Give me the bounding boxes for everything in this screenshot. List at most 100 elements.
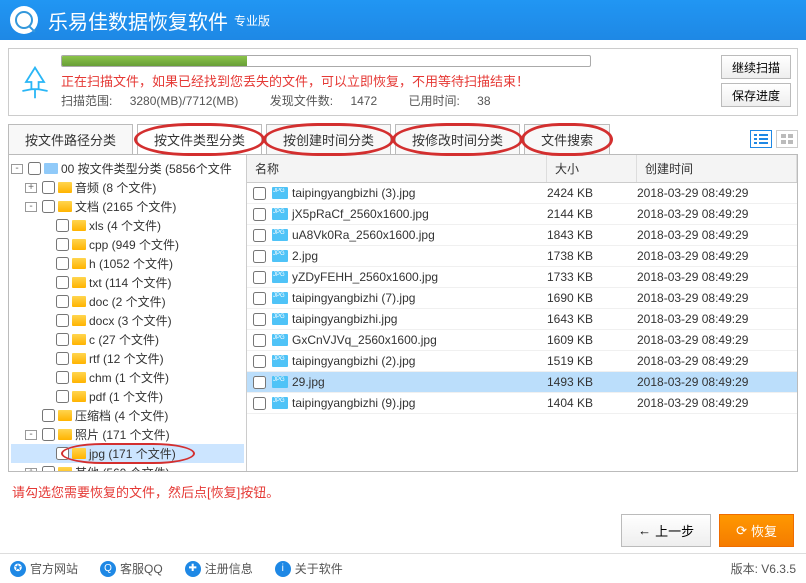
status-message: 正在扫描文件，如果已经找到您丢失的文件，可以立即恢复，不用等待扫描结束！	[61, 71, 789, 90]
app-logo-icon	[10, 6, 38, 34]
file-size: 1404 KB	[547, 396, 637, 410]
file-row[interactable]: uA8Vk0Ra_2560x1600.jpg1843 KB2018-03-29 …	[247, 225, 797, 246]
file-size: 1519 KB	[547, 354, 637, 368]
tree-c[interactable]: c (27 个文件)	[11, 330, 244, 349]
file-size: 1738 KB	[547, 249, 637, 263]
file-date: 2018-03-29 08:49:29	[637, 249, 797, 263]
bottom-bar: ✪官方网站 Q客服QQ ✚注册信息 i关于软件 版本: V6.3.5	[0, 553, 806, 583]
tree-txt[interactable]: txt (114 个文件)	[11, 273, 244, 292]
status-info: 扫描范围: 3280(MB)/7712(MB) 发现文件数: 1472 已用时间…	[61, 92, 789, 109]
file-name: GxCnVJVq_2560x1600.jpg	[292, 333, 547, 347]
file-row[interactable]: taipingyangbizhi.jpg1643 KB2018-03-29 08…	[247, 309, 797, 330]
tab-by-create-time[interactable]: 按创建时间分类	[266, 124, 391, 154]
row-checkbox[interactable]	[253, 250, 266, 263]
view-grid-icon[interactable]	[776, 130, 798, 148]
tree-xls[interactable]: xls (4 个文件)	[11, 216, 244, 235]
tree-cpp[interactable]: cpp (949 个文件)	[11, 235, 244, 254]
col-size[interactable]: 大小	[547, 155, 637, 182]
tab-file-search[interactable]: 文件搜索	[524, 124, 610, 154]
row-checkbox[interactable]	[253, 355, 266, 368]
file-name: taipingyangbizhi (3).jpg	[292, 186, 547, 200]
jpg-file-icon	[272, 313, 288, 325]
row-checkbox[interactable]	[253, 313, 266, 326]
file-date: 2018-03-29 08:49:29	[637, 375, 797, 389]
file-row[interactable]: yZDyFEHH_2560x1600.jpg1733 KB2018-03-29 …	[247, 267, 797, 288]
file-size: 2424 KB	[547, 186, 637, 200]
row-checkbox[interactable]	[253, 292, 266, 305]
file-name: taipingyangbizhi (2).jpg	[292, 354, 547, 368]
tree-rtf[interactable]: rtf (12 个文件)	[11, 349, 244, 368]
view-list-icon[interactable]	[750, 130, 772, 148]
list-body[interactable]: taipingyangbizhi (3).jpg2424 KB 2018-03-2…	[247, 183, 797, 471]
info-icon: i	[275, 561, 291, 577]
file-row[interactable]: 2.jpg1738 KB2018-03-29 08:49:29	[247, 246, 797, 267]
row-checkbox[interactable]	[253, 397, 266, 410]
recover-button[interactable]: ⟳恢复	[719, 514, 794, 547]
file-date: 2018-03-29 08:49:29	[637, 312, 797, 326]
official-site-link[interactable]: ✪官方网站	[10, 560, 78, 577]
file-date: 2018-03-29 08:49:29	[637, 291, 797, 305]
jpg-file-icon	[272, 229, 288, 241]
tree-audio[interactable]: +音频 (8 个文件)	[11, 178, 244, 197]
file-row[interactable]: taipingyangbizhi (3).jpg2424 KB2018-03-2…	[247, 183, 797, 204]
file-row[interactable]: 29.jpg1493 KB2018-03-29 08:49:29	[247, 372, 797, 393]
file-list: 名称 大小 创建时间 taipingyangbizhi (3).jpg2424 …	[247, 155, 797, 471]
col-date[interactable]: 创建时间	[637, 155, 797, 182]
tree-root[interactable]: -00 按文件类型分类 (5856个文件	[11, 159, 244, 178]
tabs-row: 按文件路径分类 按文件类型分类 按创建时间分类 按修改时间分类 文件搜索	[0, 124, 806, 154]
file-name: taipingyangbizhi (7).jpg	[292, 291, 547, 305]
row-checkbox[interactable]	[253, 187, 266, 200]
row-checkbox[interactable]	[253, 376, 266, 389]
tree-doc[interactable]: doc (2 个文件)	[11, 292, 244, 311]
tree-chm[interactable]: chm (1 个文件)	[11, 368, 244, 387]
key-icon: ✚	[185, 561, 201, 577]
continue-scan-button[interactable]: 继续扫描	[721, 55, 791, 79]
about-link[interactable]: i关于软件	[275, 560, 343, 577]
qq-icon: Q	[100, 561, 116, 577]
col-name[interactable]: 名称	[247, 155, 547, 182]
save-progress-button[interactable]: 保存进度	[721, 83, 791, 107]
file-size: 1843 KB	[547, 228, 637, 242]
row-checkbox[interactable]	[253, 334, 266, 347]
row-checkbox[interactable]	[253, 208, 266, 221]
file-name: 29.jpg	[292, 375, 547, 389]
file-size: 2144 KB	[547, 207, 637, 221]
refresh-icon: ⟳	[736, 523, 747, 539]
tree-jpg[interactable]: jpg (171 个文件)	[11, 444, 244, 463]
tree-photo[interactable]: -照片 (171 个文件)	[11, 425, 244, 444]
jpg-file-icon	[272, 355, 288, 367]
tree-other[interactable]: +其他 (560 个文件)	[11, 463, 244, 471]
file-size: 1690 KB	[547, 291, 637, 305]
list-header[interactable]: 名称 大小 创建时间	[247, 155, 797, 183]
file-row[interactable]: taipingyangbizhi (2).jpg1519 KB2018-03-2…	[247, 351, 797, 372]
status-panel: 正在扫描文件，如果已经找到您丢失的文件，可以立即恢复，不用等待扫描结束！ 扫描范…	[8, 48, 798, 116]
file-date: 2018-03-29 08:49:29	[637, 228, 797, 242]
file-row[interactable]: jX5pRaCf_2560x1600.jpg2144 KB2018-03-29 …	[247, 204, 797, 225]
tree-zip[interactable]: 压缩档 (4 个文件)	[11, 406, 244, 425]
tree-panel[interactable]: -00 按文件类型分类 (5856个文件 +音频 (8 个文件) -文档 (21…	[9, 155, 247, 471]
jpg-file-icon	[272, 208, 288, 220]
jpg-file-icon	[272, 187, 288, 199]
file-row[interactable]: taipingyangbizhi (9).jpg1404 KB2018-03-2…	[247, 393, 797, 414]
tree-docx[interactable]: docx (3 个文件)	[11, 311, 244, 330]
globe-icon: ✪	[10, 561, 26, 577]
file-row[interactable]: taipingyangbizhi (7).jpg1690 KB2018-03-2…	[247, 288, 797, 309]
row-checkbox[interactable]	[253, 229, 266, 242]
file-size: 1643 KB	[547, 312, 637, 326]
register-link[interactable]: ✚注册信息	[185, 560, 253, 577]
tab-by-path[interactable]: 按文件路径分类	[8, 124, 133, 154]
tree-pdf[interactable]: pdf (1 个文件)	[11, 387, 244, 406]
qq-link[interactable]: Q客服QQ	[100, 560, 163, 577]
row-checkbox[interactable]	[253, 271, 266, 284]
jpg-file-icon	[272, 397, 288, 409]
file-row[interactable]: GxCnVJVq_2560x1600.jpg1609 KB2018-03-29 …	[247, 330, 797, 351]
tree-h[interactable]: h (1052 个文件)	[11, 254, 244, 273]
file-size: 1493 KB	[547, 375, 637, 389]
file-name: yZDyFEHH_2560x1600.jpg	[292, 270, 547, 284]
tab-by-type[interactable]: 按文件类型分类	[137, 124, 262, 154]
prev-button[interactable]: ←上一步	[621, 514, 711, 547]
file-size: 1733 KB	[547, 270, 637, 284]
tab-by-modify-time[interactable]: 按修改时间分类	[395, 124, 520, 154]
tree-docs[interactable]: -文档 (2165 个文件)	[11, 197, 244, 216]
progress-bar	[61, 55, 591, 67]
